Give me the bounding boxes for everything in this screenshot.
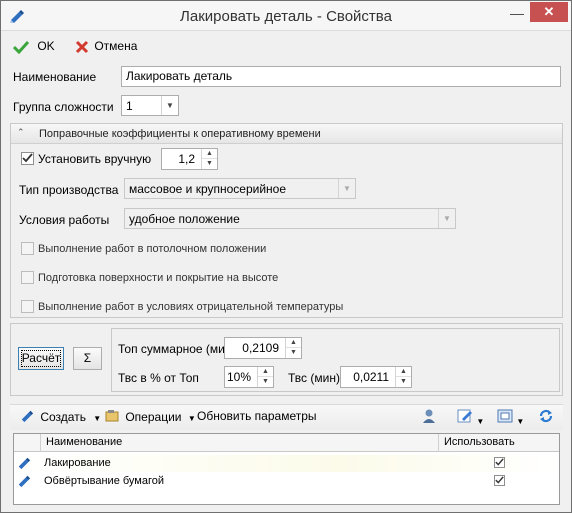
coefficients-group: ⌃ Поправочные коэффициенты к оперативном… — [10, 123, 563, 318]
height-work-label: Подготовка поверхности и покрытие на выс… — [38, 272, 279, 284]
cross-icon — [75, 40, 89, 53]
results-box: Топ суммарное (мин) 0,2109 ▲ ▼ Твс в % от… — [111, 328, 560, 392]
operations-grid: Наименование Использовать Лакирование Об… — [13, 433, 560, 505]
work-conditions-select[interactable]: удобное положение ▼ — [124, 208, 456, 229]
create-label: Создать — [40, 410, 86, 424]
ok-label: OK — [37, 39, 55, 53]
column-header-name[interactable]: Наименование — [41, 434, 439, 452]
negative-temp-checkbox[interactable] — [21, 300, 34, 313]
user-icon[interactable] — [421, 408, 437, 427]
use-checkbox[interactable] — [494, 475, 505, 486]
top-total-label: Топ суммарное (мин) — [118, 342, 236, 356]
spin-down-icon[interactable]: ▼ — [286, 348, 301, 358]
complexity-label: Группа сложности — [13, 100, 114, 114]
dropdown-arrow-icon: ▼ — [93, 414, 102, 423]
row-name: Лакирование — [44, 457, 111, 469]
properties-window: Лакировать деталь - Свойства — ✕ OK Отме… — [0, 0, 572, 513]
ceiling-work-checkbox[interactable] — [21, 242, 34, 255]
create-menu[interactable]: Создать ▼ — [20, 409, 101, 424]
chevron-down-icon: ▼ — [161, 96, 178, 115]
ceiling-work-label: Выполнение работ в потолочном положении — [38, 243, 267, 255]
complexity-select[interactable]: 1 ▼ — [121, 95, 179, 116]
group-title: Поправочные коэффициенты к оперативному … — [39, 128, 321, 140]
production-type-label: Тип производства — [19, 183, 119, 197]
grid-icon-column — [14, 434, 41, 452]
collapse-icon[interactable]: ⌃ — [17, 127, 25, 138]
cancel-label: Отмена — [94, 39, 138, 53]
tvs-min-stepper[interactable]: 0,0211 ▲ ▼ — [340, 366, 412, 388]
calc-button[interactable]: Расчёт — [18, 347, 64, 370]
complexity-value: 1 — [126, 99, 133, 113]
cancel-button[interactable]: Отмена — [75, 37, 155, 57]
group-header[interactable]: ⌃ Поправочные коэффициенты к оперативном… — [11, 124, 562, 144]
work-conditions-label: Условия работы — [19, 213, 110, 227]
tvs-percent-label: Твс в % от Топ — [118, 371, 199, 385]
manual-label: Установить вручную — [38, 152, 152, 166]
top-total-value: 0,2109 — [242, 341, 279, 355]
view-icon[interactable]: ▼ — [497, 408, 524, 427]
operation-icon — [18, 475, 31, 488]
minimize-button[interactable]: — — [507, 5, 527, 25]
sum-button[interactable]: Σ — [73, 347, 102, 370]
title-bar[interactable]: Лакировать деталь - Свойства — ✕ — [1, 1, 571, 31]
work-conditions-value: удобное положение — [129, 212, 240, 226]
ok-button[interactable]: OK — [12, 37, 65, 57]
tvs-percent-stepper[interactable]: 10% ▲ ▼ — [224, 366, 274, 388]
manual-value-stepper[interactable]: 1,2 ▲ ▼ — [161, 148, 218, 170]
spin-up-icon[interactable]: ▲ — [396, 367, 411, 377]
row-name: Обвёртывание бумагой — [44, 475, 165, 487]
negative-temp-label: Выполнение работ в условиях отрицательно… — [38, 301, 344, 313]
production-type-value: массовое и крупносерийное — [129, 182, 287, 196]
height-work-checkbox[interactable] — [21, 271, 34, 284]
chevron-down-icon: ▼ — [338, 179, 355, 198]
operations-icon — [105, 410, 119, 422]
chevron-down-icon: ▼ — [438, 209, 455, 228]
check-icon — [22, 153, 33, 163]
spin-up-icon[interactable]: ▲ — [258, 367, 273, 377]
manual-value: 1,2 — [178, 152, 195, 166]
spin-up-icon[interactable]: ▲ — [286, 338, 301, 348]
use-checkbox[interactable] — [494, 457, 505, 468]
refresh-icon[interactable] — [538, 408, 554, 427]
checkmark-icon — [12, 40, 30, 55]
list-toolbar: Создать ▼ Операции ▼ Обновить параметры … — [10, 404, 563, 430]
spin-down-icon[interactable]: ▼ — [396, 377, 411, 387]
table-row[interactable]: Обвёртывание бумагой — [14, 473, 559, 490]
spin-up-icon[interactable]: ▲ — [202, 149, 217, 159]
close-button[interactable]: ✕ — [530, 2, 568, 22]
column-header-use[interactable]: Использовать — [439, 434, 559, 452]
tvs-percent-value: 10% — [226, 370, 251, 384]
production-type-select[interactable]: массовое и крупносерийное ▼ — [124, 178, 356, 199]
manual-checkbox[interactable] — [21, 152, 34, 165]
update-params-button[interactable]: Обновить параметры — [197, 409, 317, 423]
create-icon — [21, 410, 34, 423]
operations-menu[interactable]: Операции ▼ — [105, 409, 196, 424]
operations-label: Операции — [125, 410, 182, 424]
operation-icon — [18, 457, 31, 470]
dropdown-arrow-icon: ▼ — [187, 414, 196, 423]
tvs-min-label: Твс (мин) — [288, 371, 340, 385]
name-label: Наименование — [13, 70, 97, 84]
spin-down-icon[interactable]: ▼ — [258, 377, 273, 387]
top-total-stepper[interactable]: 0,2109 ▲ ▼ — [224, 337, 302, 359]
tvs-min-value: 0,0211 — [353, 370, 389, 384]
window-title: Лакировать деталь - Свойства — [180, 8, 392, 25]
calculation-panel: Расчёт Σ Топ суммарное (мин) 0,2109 ▲ ▼ Т… — [10, 323, 563, 396]
spin-down-icon[interactable]: ▼ — [202, 159, 217, 169]
edit-icon[interactable]: ▼ — [457, 408, 484, 427]
name-input[interactable]: Лакировать деталь — [121, 66, 561, 87]
table-row[interactable]: Лакирование — [14, 455, 559, 472]
grid-header: Наименование Использовать — [14, 434, 559, 452]
